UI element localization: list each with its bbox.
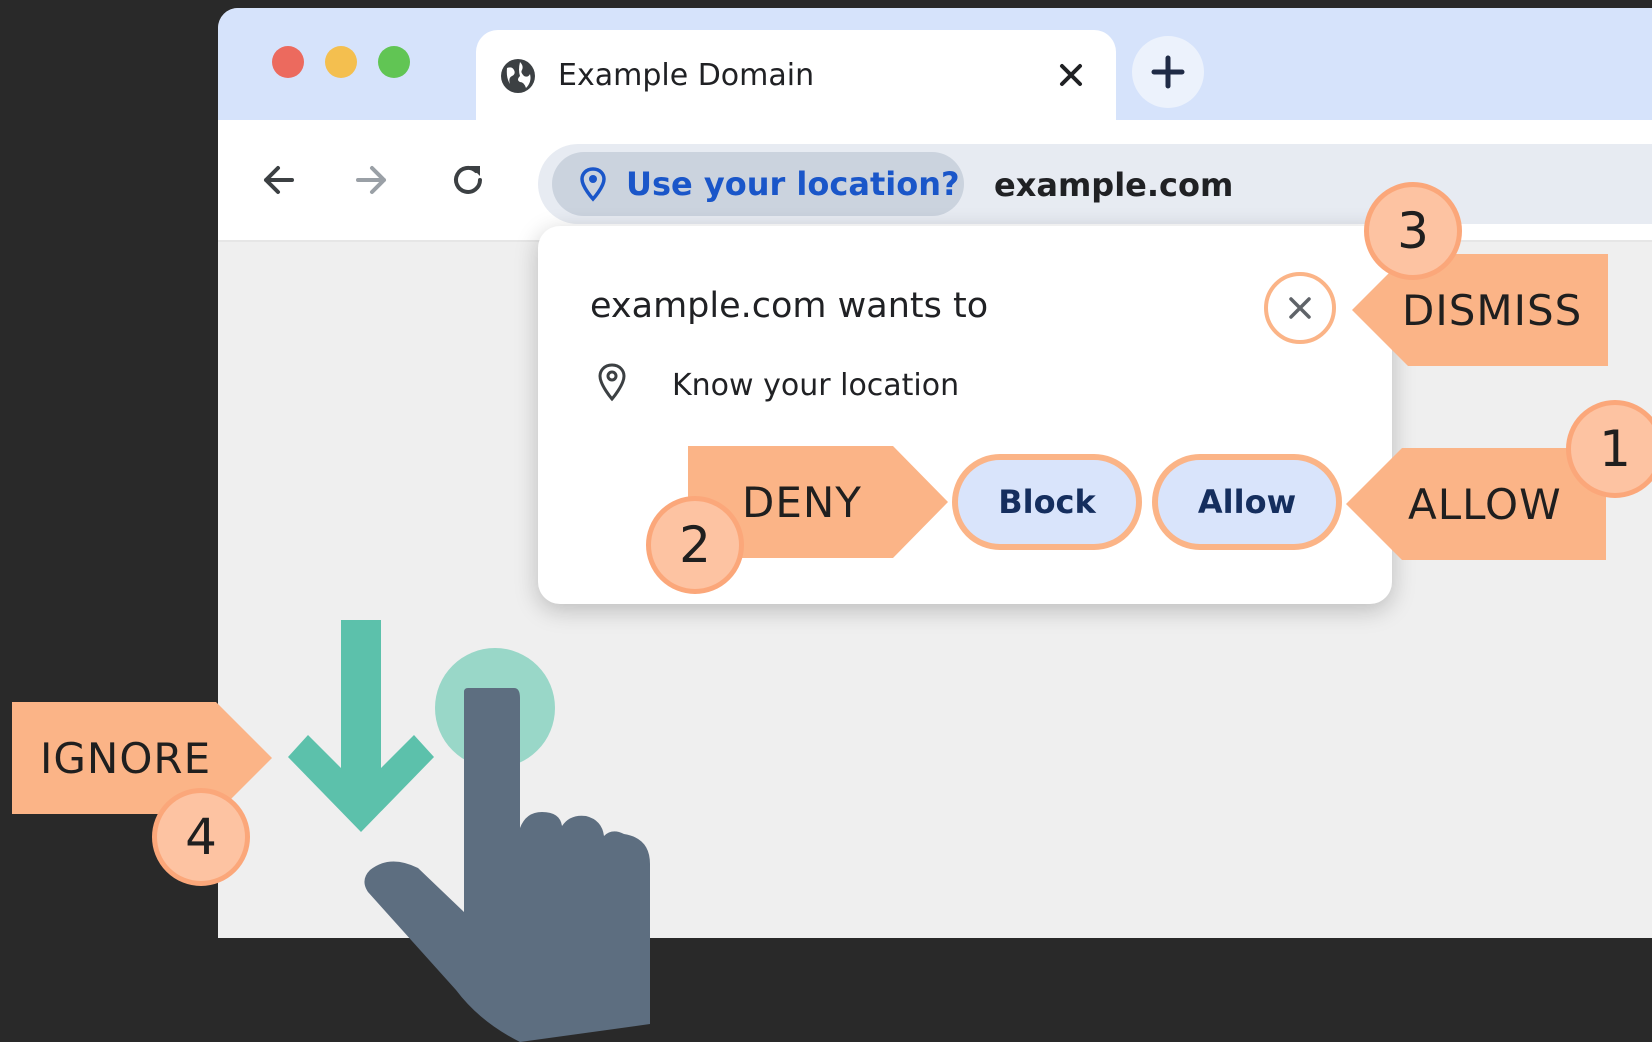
- dismiss-button[interactable]: [1264, 272, 1336, 344]
- dismiss-badge: 3: [1364, 182, 1462, 280]
- minimize-window-button[interactable]: [325, 46, 357, 78]
- ignore-badge: 4: [152, 788, 250, 886]
- location-pin-icon: [598, 363, 626, 402]
- allow-callout-label: ALLOW: [1408, 480, 1562, 529]
- back-arrow-icon[interactable]: [258, 160, 298, 200]
- close-window-button[interactable]: [272, 46, 304, 78]
- deny-callout-label: DENY: [742, 478, 862, 527]
- prompt-title: example.com wants to: [590, 286, 989, 326]
- close-icon: [1289, 297, 1311, 319]
- globe-icon: [501, 59, 535, 93]
- new-tab-button[interactable]: [1132, 36, 1204, 108]
- address-bar[interactable]: Use your location? example.com: [538, 144, 1652, 224]
- url-text: example.com: [994, 166, 1234, 204]
- forward-arrow-icon[interactable]: [352, 160, 392, 200]
- pointing-hand-icon: [364, 648, 650, 1042]
- tab-example-domain[interactable]: Example Domain: [476, 30, 1116, 126]
- maximize-window-button[interactable]: [378, 46, 410, 78]
- close-icon[interactable]: [1056, 60, 1086, 90]
- location-pin-icon: [580, 167, 606, 202]
- permission-text: Know your location: [672, 368, 960, 403]
- deny-badge: 2: [646, 496, 744, 594]
- ignore-callout-label: IGNORE: [40, 734, 212, 783]
- allow-button[interactable]: Allow: [1152, 454, 1342, 550]
- plus-icon: [1151, 55, 1185, 89]
- block-button[interactable]: Block: [952, 454, 1142, 550]
- location-permission-chip[interactable]: Use your location?: [552, 152, 964, 216]
- reload-icon[interactable]: [448, 160, 488, 200]
- chip-label: Use your location?: [626, 165, 960, 203]
- dismiss-callout-label: DISMISS: [1402, 286, 1583, 335]
- tab-strip: Example Domain: [218, 8, 1652, 126]
- tab-title: Example Domain: [558, 58, 815, 93]
